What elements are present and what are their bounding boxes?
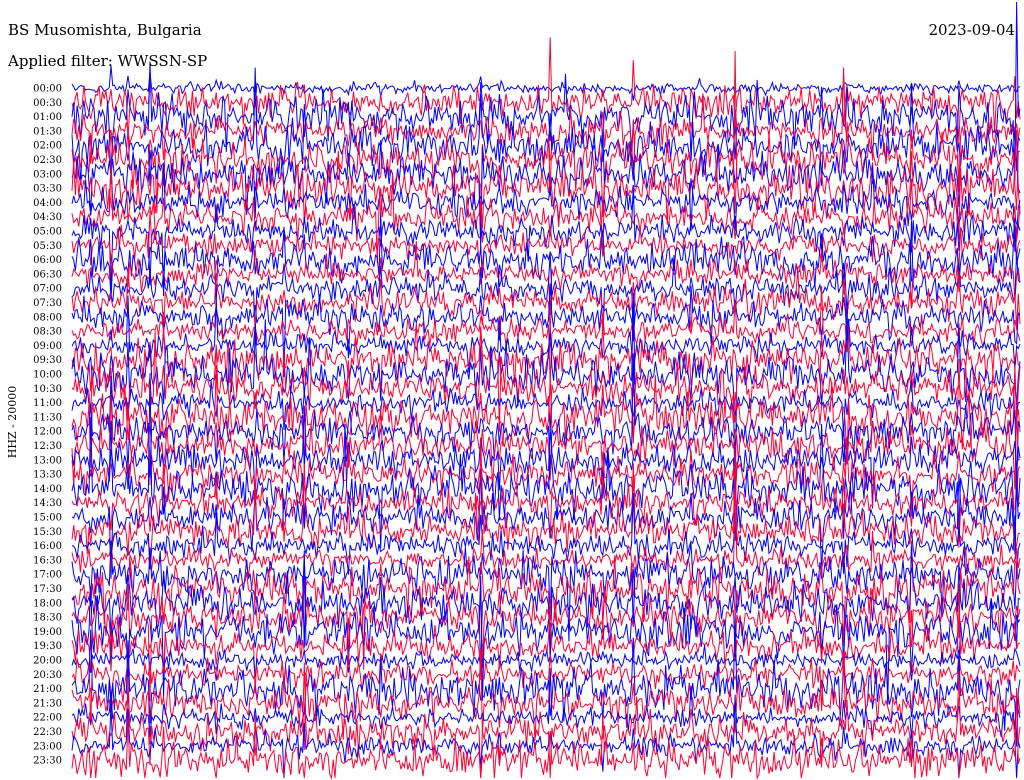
tick-label: 15:00 (33, 513, 62, 524)
tick-label: 05:30 (33, 241, 62, 252)
tick-label: 02:00 (33, 141, 62, 152)
tick-label: 04:00 (33, 198, 62, 209)
tick-label: 00:30 (33, 98, 62, 109)
filter-label: Applied filter: WWSSN-SP (8, 52, 208, 70)
trace-line (71, 492, 1021, 580)
tick-label: 04:30 (33, 212, 62, 223)
tick-label: 05:00 (33, 227, 62, 238)
tick-label: 07:00 (33, 284, 62, 295)
tick-label: 12:30 (33, 441, 62, 452)
tick-label: 21:30 (33, 698, 62, 709)
trace-line (71, 583, 1020, 694)
tick-label: 10:30 (33, 384, 62, 395)
tick-label: 03:00 (33, 169, 62, 180)
seismogram-plot: 00:00 00:30 01:00 01:30 02:00 02:30 03:00 03:30… (33, 1, 1021, 780)
tick-label: 21:00 (33, 684, 62, 695)
tick-label: 12:00 (33, 427, 62, 438)
tick-label: 09:30 (33, 355, 62, 366)
tick-label: 17:00 (33, 570, 62, 581)
tick-label: 23:30 (33, 756, 62, 767)
tick-label: 18:30 (33, 613, 62, 624)
tick-label: 01:00 (33, 112, 62, 123)
tick-label: 06:00 (33, 255, 62, 266)
trace-line (71, 212, 1021, 306)
time-tick-labels: 00:00 00:30 01:00 01:30 02:00 02:30 03:00 03:30… (33, 84, 62, 767)
tick-label: 23:00 (33, 741, 62, 752)
date-label: 2023-09-04 (928, 21, 1015, 39)
tick-label: 22:30 (33, 727, 62, 738)
tick-label: 14:30 (33, 498, 62, 509)
tick-label: 10:00 (33, 370, 62, 381)
tick-label: 09:00 (33, 341, 62, 352)
tick-label: 13:00 (33, 455, 62, 466)
tick-label: 16:30 (33, 555, 62, 566)
tick-label: 19:30 (33, 641, 62, 652)
tick-label: 17:30 (33, 584, 62, 595)
tick-label: 16:00 (33, 541, 62, 552)
tick-label: 08:30 (33, 327, 62, 338)
channel-axis-label: HHZ - 20000 (6, 385, 19, 459)
tick-label: 03:30 (33, 184, 62, 195)
tick-label: 06:30 (33, 269, 62, 280)
tick-label: 14:00 (33, 484, 62, 495)
tick-label: 11:00 (33, 398, 62, 409)
tick-label: 00:00 (33, 84, 62, 95)
tick-label: 02:30 (33, 155, 62, 166)
tick-label: 01:30 (33, 126, 62, 137)
tick-label: 07:30 (33, 298, 62, 309)
tick-label: 20:30 (33, 670, 62, 681)
tick-label: 18:00 (33, 598, 62, 609)
tick-label: 20:00 (33, 656, 62, 667)
tick-label: 13:30 (33, 470, 62, 481)
tick-label: 11:30 (33, 412, 62, 423)
tick-label: 15:30 (33, 527, 62, 538)
tick-label: 22:00 (33, 713, 62, 724)
tick-label: 19:00 (33, 627, 62, 638)
seismogram-traces (71, 1, 1021, 780)
tick-label: 08:00 (33, 312, 62, 323)
station-title: BS Musomishta, Bulgaria (8, 21, 202, 39)
